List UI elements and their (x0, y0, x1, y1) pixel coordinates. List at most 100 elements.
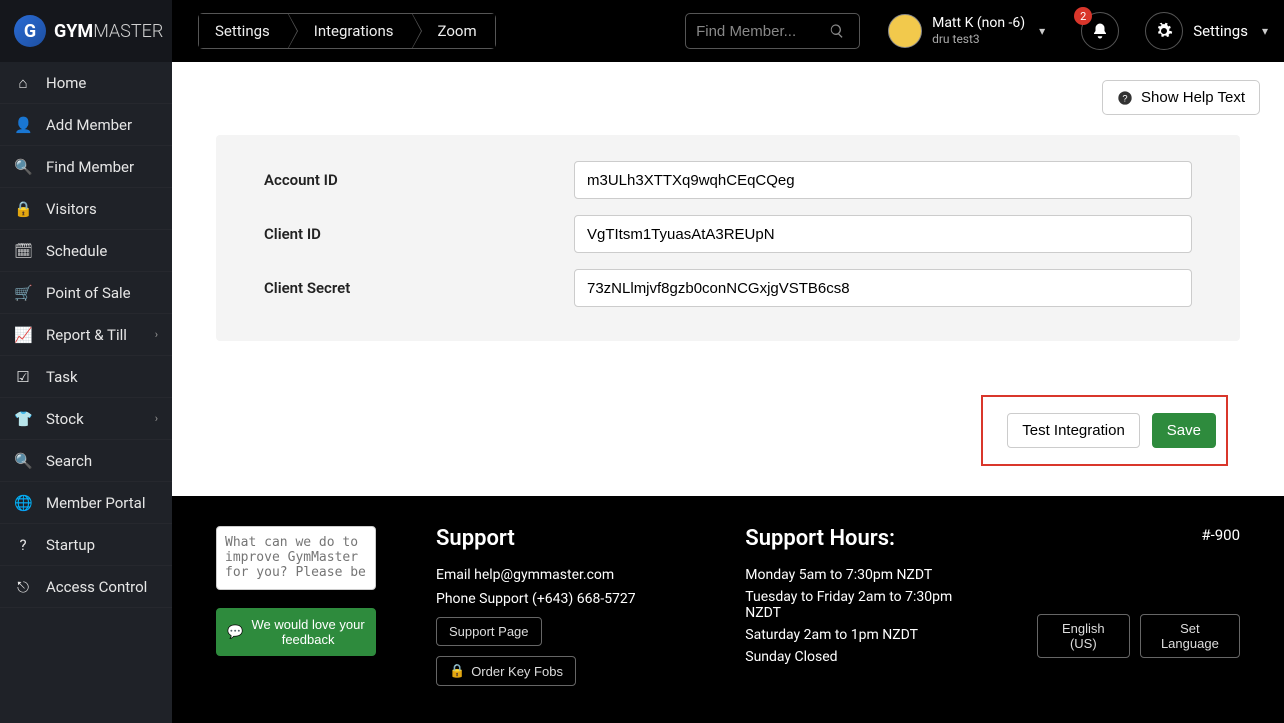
brand[interactable]: G GYMMASTER (0, 0, 172, 62)
sidebar-item-label: Task (46, 368, 78, 386)
hours-line: Saturday 2am to 1pm NZDT (745, 627, 977, 643)
svg-text:?: ? (1122, 93, 1127, 103)
sidebar-item-startup[interactable]: ? Startup (0, 524, 172, 566)
set-language-button[interactable]: Set Language (1140, 614, 1240, 658)
sidebar-item-access-control[interactable]: ⎋ Access Control (0, 566, 172, 608)
sidebar-item-label: Schedule (46, 242, 107, 260)
hours-title: Support Hours: (745, 526, 977, 551)
hours-line: Sunday Closed (745, 649, 977, 665)
sidebar-item-label: Access Control (46, 578, 147, 596)
action-highlight-box: Test Integration Save (981, 395, 1228, 466)
bell-icon (1091, 22, 1109, 40)
chevron-down-icon: ▾ (1039, 24, 1045, 38)
show-help-text-button[interactable]: ? Show Help Text (1102, 80, 1260, 115)
search-icon[interactable] (829, 23, 845, 39)
notifications-button[interactable]: 2 (1081, 12, 1119, 50)
help-button-label: Show Help Text (1141, 89, 1245, 106)
client-secret-label: Client Secret (264, 279, 574, 297)
breadcrumb: Settings Integrations Zoom (198, 13, 496, 49)
keyfob-icon: 🔒 (449, 663, 465, 679)
account-id-input[interactable] (574, 161, 1192, 199)
sidebar: ⌂ Home 👤 Add Member 🔍 Find Member 🔒 Visi… (0, 62, 172, 723)
brand-logo: G (14, 15, 46, 47)
sidebar-item-member-portal[interactable]: 🌐 Member Portal (0, 482, 172, 524)
sidebar-item-task[interactable]: ☑ Task (0, 356, 172, 398)
home-icon: ⌂ (14, 74, 32, 92)
account-id-label: Account ID (264, 171, 574, 189)
feedback-submit-button[interactable]: 💬 We would love your feedback (216, 608, 376, 656)
integration-form: Account ID Client ID Client Secret (216, 135, 1240, 341)
member-search[interactable] (685, 13, 860, 49)
chevron-right-icon: › (155, 328, 158, 341)
save-button[interactable]: Save (1152, 413, 1216, 448)
sidebar-item-home[interactable]: ⌂ Home (0, 62, 172, 104)
user-menu[interactable]: Matt K (non -6) dru test3 ▾ (888, 14, 1045, 48)
support-page-button[interactable]: Support Page (436, 617, 542, 646)
settings-label: Settings (1193, 22, 1248, 40)
main-content: ? Show Help Text Account ID Client ID Cl… (172, 62, 1284, 723)
sidebar-item-label: Add Member (46, 116, 132, 134)
sidebar-item-find-member[interactable]: 🔍 Find Member (0, 146, 172, 188)
version-label: #-900 (1201, 526, 1240, 544)
sidebar-item-stock[interactable]: 👕 Stock › (0, 398, 172, 440)
sidebar-item-label: Member Portal (46, 494, 145, 512)
breadcrumb-settings[interactable]: Settings (199, 14, 288, 48)
feedback-textarea[interactable] (216, 526, 376, 590)
hours-line: Monday 5am to 7:30pm NZDT (745, 567, 977, 583)
sidebar-item-pos[interactable]: 🛒 Point of Sale (0, 272, 172, 314)
support-phone: Phone Support (+643) 668-5727 (436, 591, 685, 607)
sidebar-item-report-till[interactable]: 📈 Report & Till › (0, 314, 172, 356)
member-search-input[interactable] (696, 23, 821, 40)
feedback-button-label: We would love your feedback (251, 617, 365, 647)
footer-support: Support Email help@gymmaster.com Phone S… (436, 526, 685, 686)
sidebar-item-label: Startup (46, 536, 95, 554)
question-icon: ? (14, 536, 32, 554)
search-icon: 🔍 (14, 452, 32, 470)
footer-right: #-900 English (US) Set Language (1037, 526, 1240, 686)
footer-feedback: 💬 We would love your feedback (216, 526, 376, 686)
lock-icon: 🔒 (14, 200, 32, 218)
exit-icon: ⎋ (14, 578, 32, 596)
sidebar-item-label: Search (46, 452, 92, 470)
question-circle-icon: ? (1117, 90, 1133, 106)
footer-hours: Support Hours: Monday 5am to 7:30pm NZDT… (745, 526, 977, 686)
client-secret-input[interactable] (574, 269, 1192, 307)
check-icon: ☑ (14, 368, 32, 386)
chevron-right-icon: › (155, 412, 158, 425)
language-select[interactable]: English (US) (1037, 614, 1130, 658)
user-icon: 👤 (14, 116, 32, 134)
chevron-down-icon: ▾ (1262, 24, 1268, 38)
globe-icon: 🌐 (14, 494, 32, 512)
settings-menu[interactable]: Settings ▾ (1145, 12, 1268, 50)
shirt-icon: 👕 (14, 410, 32, 428)
hours-line: Tuesday to Friday 2am to 7:30pm NZDT (745, 589, 977, 621)
client-id-input[interactable] (574, 215, 1192, 253)
chart-icon: 📈 (14, 326, 32, 344)
user-name: Matt K (non -6) (932, 15, 1025, 32)
sidebar-item-add-member[interactable]: 👤 Add Member (0, 104, 172, 146)
calendar-icon: 🗓 (14, 242, 32, 260)
avatar (888, 14, 922, 48)
notification-badge: 2 (1074, 7, 1092, 25)
sidebar-item-label: Home (46, 74, 86, 92)
breadcrumb-integrations[interactable]: Integrations (288, 14, 412, 48)
gear-icon (1155, 22, 1173, 40)
sidebar-item-label: Visitors (46, 200, 97, 218)
sidebar-item-search[interactable]: 🔍 Search (0, 440, 172, 482)
user-sub: dru test3 (932, 32, 1025, 46)
cart-icon: 🛒 (14, 284, 32, 302)
test-integration-button[interactable]: Test Integration (1007, 413, 1140, 448)
brand-text: GYMMASTER (54, 21, 163, 42)
search-icon: 🔍 (14, 158, 32, 176)
order-keyfobs-button[interactable]: 🔒 Order Key Fobs (436, 656, 576, 686)
breadcrumb-zoom[interactable]: Zoom (412, 14, 495, 48)
user-text: Matt K (non -6) dru test3 (932, 15, 1025, 46)
client-id-label: Client ID (264, 225, 574, 243)
support-title: Support (436, 526, 685, 551)
footer: 💬 We would love your feedback Support Em… (172, 496, 1284, 723)
sidebar-item-label: Point of Sale (46, 284, 131, 302)
support-email: Email help@gymmaster.com (436, 567, 685, 583)
sidebar-item-visitors[interactable]: 🔒 Visitors (0, 188, 172, 230)
sidebar-item-schedule[interactable]: 🗓 Schedule (0, 230, 172, 272)
topbar: G GYMMASTER Settings Integrations Zoom M… (0, 0, 1284, 62)
